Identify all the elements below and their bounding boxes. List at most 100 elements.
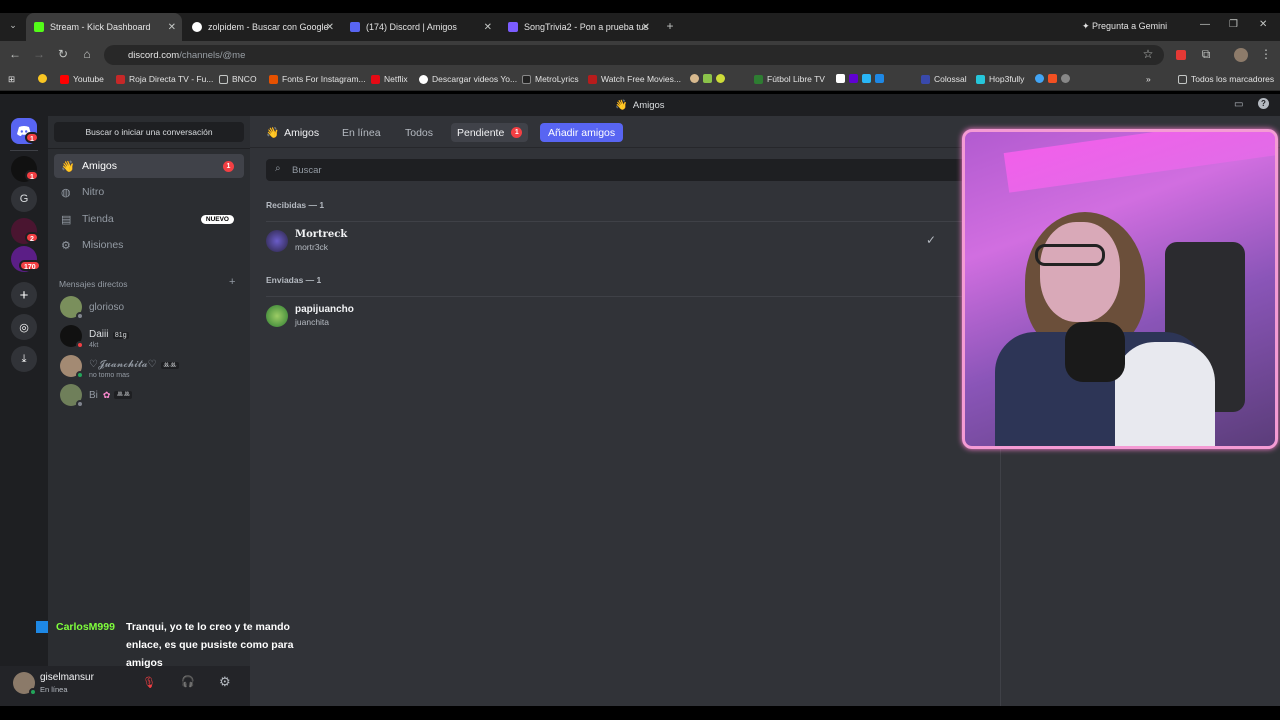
dm-item[interactable]: ♡𝓙𝓾𝓪𝓷𝓬𝓱𝓲𝓽𝓪♡ ꔛꔛ no tomo mas <box>54 351 244 381</box>
bookmark-descargar[interactable]: Descargar videos Yo... <box>419 74 517 84</box>
bookmark-label: Watch Free Movies... <box>601 74 681 84</box>
gemini-label: Pregunta a Gemini <box>1092 21 1168 31</box>
friends-icon: 👋 <box>266 127 280 139</box>
tab-label: zolpidem - Buscar con Google <box>208 22 329 32</box>
forward-icon[interactable]: → <box>31 47 47 61</box>
close-icon[interactable]: ✕ <box>326 22 334 33</box>
nav-quests[interactable]: ⚙ Misiones <box>54 233 244 257</box>
tab-google[interactable]: zolpidem - Buscar con Google ✕ <box>184 13 340 41</box>
accept-check-icon[interactable]: ✓ <box>926 233 936 247</box>
bookmark-label: MetroLyrics <box>535 74 579 84</box>
tab-pending[interactable]: Pendiente 1 <box>451 123 529 142</box>
discord-title-bar: 👋 Amigos ▭ ? <box>0 94 1280 116</box>
tab-label: SongTrivia2 - Pon a prueba tus <box>524 22 649 32</box>
friend-request-row[interactable]: Mortreck mortr3ck ✓ <box>266 221 966 259</box>
reload-icon[interactable]: ↻ <box>55 47 71 61</box>
explore-compass-icon[interactable]: ◎ <box>11 314 37 340</box>
inbox-icon[interactable]: ▭ <box>1234 99 1243 110</box>
tab-label: (174) Discord | Amigos <box>366 22 457 32</box>
songtrivia-icon <box>508 22 518 32</box>
mic-muted-icon[interactable]: 🎙 <box>142 676 156 689</box>
bookmark-fonts[interactable]: Fonts For Instagram... <box>269 74 366 84</box>
server-badge: 170 <box>19 260 41 271</box>
extensions-puzzle-icon[interactable]: ⧉ <box>1198 47 1214 62</box>
user-avatar[interactable] <box>13 672 37 696</box>
add-friend-button[interactable]: Añadir amigos <box>540 123 624 142</box>
server-icon-g[interactable]: G <box>11 186 37 212</box>
bookmark-bnco[interactable]: BNCO <box>219 74 257 84</box>
dm-status: no tomo mas <box>89 371 130 379</box>
bookmark-star-icon[interactable]: ☆ <box>1140 47 1156 61</box>
bookmark-label: Netflix <box>384 74 408 84</box>
tab-label: Todos <box>405 126 434 139</box>
close-icon[interactable]: ✕ <box>484 22 492 33</box>
nav-nitro[interactable]: ◍ Nitro <box>54 180 244 204</box>
friend-request-row[interactable]: papijuancho juanchita <box>266 296 966 334</box>
headphones-icon[interactable]: 🎧 <box>181 675 195 688</box>
dm-name: Daiii <box>89 328 109 340</box>
tab-search-icon[interactable]: ⌄ <box>5 20 21 31</box>
server-icon-1[interactable]: 1 <box>11 156 39 182</box>
bookmark-colossal[interactable]: Colossal <box>921 74 967 84</box>
dm-item[interactable]: Daiii 81g 4kt <box>54 321 244 351</box>
window-close-icon[interactable]: ✕ <box>1259 19 1267 30</box>
bookmark-hop3fully[interactable]: Hop3fully <box>976 74 1024 84</box>
received-header: Recibidas — 1 <box>266 200 325 210</box>
url-input[interactable]: discord.com/channels/@me <box>104 45 1164 65</box>
bookmark-label: Fonts For Instagram... <box>282 74 366 84</box>
download-icon[interactable]: ⤓ <box>11 346 37 372</box>
friends-search-input[interactable]: ⌕ Buscar <box>266 159 966 181</box>
dm-item[interactable]: glorioso <box>54 292 244 322</box>
search-conversation-button[interactable]: Buscar o iniciar una conversación <box>54 122 244 142</box>
bookmark-icons-group-2[interactable] <box>836 74 888 83</box>
home-discord-icon[interactable]: 1 <box>11 118 39 144</box>
minimize-icon[interactable]: — <box>1200 19 1210 30</box>
nav-shop[interactable]: ▤ Tienda NUEVO <box>54 207 244 231</box>
face <box>1040 222 1120 322</box>
friends-badge: 1 <box>223 160 234 172</box>
tab-kick[interactable]: Stream - Kick Dashboard ✕ <box>26 13 182 41</box>
dm-item[interactable]: Bi ✿ ꔛꔛ <box>54 380 244 410</box>
bookmark-youtube[interactable]: Youtube <box>60 74 104 84</box>
bookmark-netflix[interactable]: Netflix <box>371 74 408 84</box>
bookmark-roja[interactable]: Roja Directa TV - Fu... <box>116 74 213 84</box>
add-server-icon[interactable]: + <box>11 282 37 308</box>
more-bookmarks-icon[interactable]: » <box>1146 74 1151 84</box>
tab-songtrivia[interactable]: SongTrivia2 - Pon a prueba tus ✕ <box>500 13 656 41</box>
close-icon[interactable]: ✕ <box>168 22 176 33</box>
bookmark-futbol[interactable]: Fútbol Libre TV <box>754 74 825 84</box>
bookmark-metrolyrics[interactable]: MetroLyrics <box>522 74 579 84</box>
extension-icon[interactable] <box>1176 50 1186 60</box>
tab-discord[interactable]: (174) Discord | Amigos ✕ <box>342 13 498 41</box>
profile-avatar[interactable] <box>1234 48 1248 62</box>
settings-gear-icon[interactable]: ⚙ <box>219 674 231 690</box>
bookmark-label: Hop3fully <box>989 74 1025 84</box>
bookmark-icons-group-3[interactable] <box>1035 74 1074 83</box>
stream-chat-message: CarlosM999 Tranqui, yo te lo creo y te m… <box>36 618 326 672</box>
bookmark-icons-group[interactable] <box>690 74 729 83</box>
back-icon[interactable]: ← <box>7 47 23 61</box>
avatar <box>266 229 288 252</box>
bookmark-label: Todos los marcadores <box>1191 74 1275 84</box>
server-icon-3[interactable]: 2 <box>11 218 39 244</box>
friend-name: papijuancho <box>295 304 354 315</box>
server-icon-4[interactable]: 170 <box>11 246 41 272</box>
menu-kebab-icon[interactable]: ⋮ <box>1258 47 1274 61</box>
restore-icon[interactable]: ❐ <box>1229 19 1238 30</box>
home-icon[interactable]: ⌂ <box>79 47 95 61</box>
nav-friends[interactable]: 👋 Amigos 1 <box>54 154 244 178</box>
all-bookmarks-folder[interactable]: Todos los marcadores <box>1178 74 1274 84</box>
avatar <box>60 296 84 320</box>
tab-label: Pendiente <box>457 126 505 139</box>
bookmark-watch-movies[interactable]: Watch Free Movies... <box>588 74 681 84</box>
create-dm-icon[interactable]: + <box>229 276 235 288</box>
help-icon[interactable]: ? <box>1258 98 1269 109</box>
gemini-button[interactable]: ✦ Pregunta a Gemini <box>1082 21 1167 32</box>
apps-grid-icon[interactable]: ⊞ <box>8 74 15 85</box>
new-tab-icon[interactable]: + <box>662 19 678 33</box>
emoji-bookmark[interactable] <box>38 74 51 83</box>
close-icon[interactable]: ✕ <box>642 22 650 33</box>
clan-tag: ꔛꔛ <box>114 391 133 399</box>
tab-all[interactable]: Todos <box>399 123 439 142</box>
tab-online[interactable]: En línea <box>336 123 387 142</box>
